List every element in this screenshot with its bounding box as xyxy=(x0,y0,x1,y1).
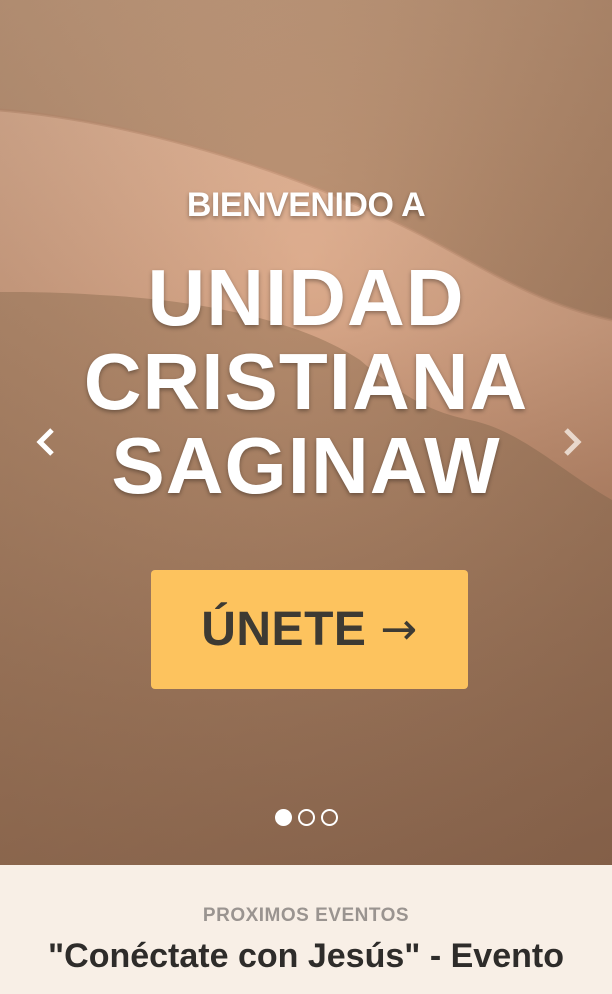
upcoming-events-section: PROXIMOS EVENTOS "Conéctate con Jesús" -… xyxy=(0,865,612,994)
hero-title-line-1: UNIDAD xyxy=(147,253,465,342)
hero-carousel: BIENVENIDO A UNIDAD CRISTIANA SAGINAW ÚN… xyxy=(0,0,612,865)
hero-title: UNIDAD CRISTIANA SAGINAW xyxy=(0,256,612,508)
chevron-left-icon xyxy=(36,428,54,456)
join-button[interactable]: ÚNETE → xyxy=(151,570,468,689)
carousel-indicators xyxy=(0,809,612,826)
hero-title-line-3: SAGINAW xyxy=(111,421,501,510)
carousel-dot-2[interactable] xyxy=(297,809,315,826)
event-title[interactable]: "Conéctate con Jesús" - Evento xyxy=(0,937,612,976)
hero-title-line-2: CRISTIANA xyxy=(83,337,529,426)
carousel-prev-button[interactable] xyxy=(28,422,64,462)
events-eyebrow: PROXIMOS EVENTOS xyxy=(202,905,410,926)
arrow-right-icon: → xyxy=(380,604,418,655)
carousel-next-button[interactable] xyxy=(554,422,590,462)
carousel-dot-1[interactable] xyxy=(274,809,292,826)
carousel-dot-3[interactable] xyxy=(320,809,338,826)
hero-eyebrow: BIENVENIDO A xyxy=(186,186,426,224)
join-button-label: ÚNETE xyxy=(201,603,367,656)
chevron-right-icon xyxy=(564,428,582,456)
